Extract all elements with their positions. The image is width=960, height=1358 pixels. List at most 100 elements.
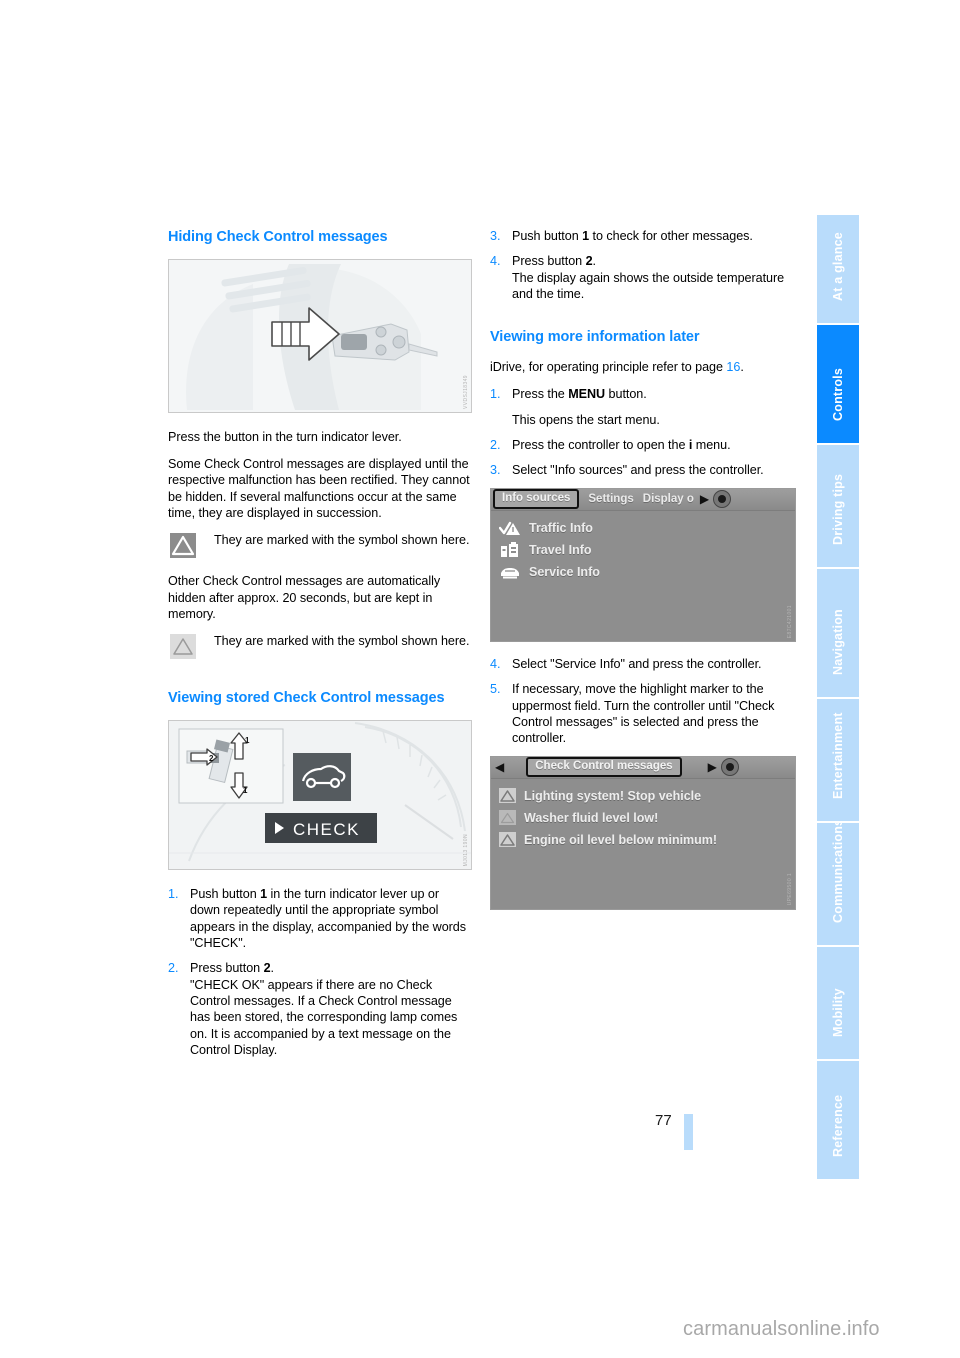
section-tab-label: Navigation (830, 608, 845, 675)
section-tab-driving-tips[interactable]: Driving tips (817, 445, 859, 567)
idrive-tab-settings[interactable]: Settings (588, 493, 633, 505)
right-step-list-bottom: 4. Select "Service Info" and press the co… (490, 656, 794, 747)
paragraph-some-messages: Some Check Control messages are displaye… (168, 456, 470, 520)
idrive-menu-bar: ◀ Check Control messages ▶ (491, 756, 795, 779)
left-step-list: 1. Push button 1 in the turn indicator le… (168, 886, 472, 1059)
note-text: They are marked with the symbol shown he… (214, 533, 470, 548)
idrive-row-label: Engine oil level below minimum! (524, 832, 718, 847)
left-step-item: 1. Push button 1 in the turn indicator le… (168, 886, 472, 951)
right-step-bottom-item: 4. Select "Service Info" and press the co… (490, 656, 794, 672)
right-step-top-item: 3. Push button 1 to check for other messa… (490, 228, 794, 244)
service-icon (499, 564, 521, 580)
instrument-cluster-illustration: 1 1 2 CHECK (169, 720, 471, 869)
right-step-mid-item: 3. Select "Info sources" and press the co… (490, 462, 794, 478)
section-tab-label: Driving tips (830, 473, 845, 545)
svg-text:2: 2 (209, 754, 214, 763)
idrive-row-engine-oil[interactable]: Engine oil level below minimum! (491, 829, 795, 851)
paragraph-idrive-intro: iDrive, for operating principle refer to… (490, 359, 794, 375)
controller-knob-icon (713, 490, 732, 509)
chevron-left-icon[interactable]: ◀ (495, 761, 504, 773)
step-number: 2. (490, 438, 501, 453)
intro-text: iDrive, for operating principle refer to… (490, 359, 727, 374)
right-step-mid-item: 2. Press the controller to open the i men… (490, 437, 794, 453)
step-subtext: The display again shows the outside temp… (512, 270, 785, 302)
warning-triangle-outline-icon (499, 810, 516, 826)
idrive-list: Lighting system! Stop vehicle Washer flu… (491, 778, 795, 851)
step-subtext: "CHECK OK" appears if there are no Check… (190, 977, 458, 1058)
step-number: 4. (490, 254, 501, 269)
section-tab-label: Mobility (830, 987, 845, 1037)
briefcase-icon (499, 541, 521, 558)
idrive-row-washer-fluid[interactable]: Washer fluid level low! (491, 807, 795, 829)
idrive-row-traffic-info[interactable]: Traffic Info (491, 517, 795, 539)
svg-text:1: 1 (243, 786, 248, 795)
manual-page: At a glance Controls Driving tips Navigatio… (0, 0, 960, 1358)
figure-code: MJ013 190N (463, 833, 469, 866)
right-step-mid-item: 1. Press the MENU button. This opens the s… (490, 386, 794, 428)
idrive-row-travel-info[interactable]: Travel Info (491, 539, 795, 561)
section-tab-mobility[interactable]: Mobility (817, 947, 859, 1059)
right-step-list-top: 3. Push button 1 to check for other messa… (490, 228, 794, 302)
step-text: Press button 2. (190, 961, 274, 976)
note-yellow-warning-symbol: They are marked with the symbol shown he… (168, 633, 472, 663)
section-tab-entertainment[interactable]: Entertainment (817, 699, 859, 821)
step-number: 5. (490, 682, 501, 697)
chevron-right-icon[interactable]: ▶ (708, 761, 717, 773)
warning-triangle-outline-icon (170, 634, 196, 660)
step-text: Push button 1 to check for other message… (512, 229, 753, 243)
idrive-row-label: Service Info (529, 564, 600, 579)
step-text: Select "Service Info" and press the cont… (512, 656, 762, 671)
controller-knob-icon (720, 758, 739, 777)
section-tab-at-a-glance[interactable]: At a glance (817, 215, 859, 323)
step-number: 4. (490, 656, 501, 671)
section-tab-label: Entertainment (830, 711, 845, 799)
right-step-top-item: 4. Press button 2. The display again shows… (490, 253, 794, 302)
idrive-tab-info-sources[interactable]: Info sources (493, 489, 580, 510)
right-step-list-mid: 1. Press the MENU button. This opens the s… (490, 386, 794, 478)
warning-triangle-icon (170, 533, 196, 559)
idrive-row-lighting-system[interactable]: Lighting system! Stop vehicle (491, 785, 795, 807)
page-reference-link[interactable]: 16 (726, 360, 740, 374)
figure-code: UPE69500 1 (787, 873, 793, 906)
svg-text:CHECK: CHECK (293, 820, 360, 839)
idrive-tab-display[interactable]: Display o (643, 493, 694, 505)
chevron-right-icon[interactable]: ▶ (700, 493, 709, 505)
idrive-row-service-info[interactable]: Service Info (491, 561, 795, 583)
check-triangle-icon (499, 520, 521, 536)
section-tab-reference[interactable]: Reference (817, 1061, 859, 1179)
section-title-viewing-more-info: Viewing more information later (490, 329, 700, 346)
note-red-warning-symbol: They are marked with the symbol shown he… (168, 532, 472, 562)
note-text: They are marked with the symbol shown he… (214, 634, 470, 649)
section-tab-navigation[interactable]: Navigation (817, 569, 859, 697)
step-text: Select "Info sources" and press the cont… (512, 463, 764, 478)
paragraph-press-button: Press the button in the turn indicator l… (168, 429, 402, 444)
idrive-row-label: Lighting system! Stop vehicle (524, 788, 702, 803)
idrive-list: Traffic Info Travel Info Service Info (491, 510, 795, 583)
step-subtext: This opens the start menu. (512, 412, 660, 427)
figure-instrument-cluster: 1 1 2 CHECK MJ013 190N (168, 719, 472, 870)
step-number: 3. (490, 463, 501, 478)
section-tab-controls[interactable]: Controls (817, 325, 859, 443)
step-text: Press the MENU button. (512, 387, 647, 402)
page-title: Hiding Check Control messages (168, 229, 388, 245)
step-text: Press button 2. (512, 254, 596, 269)
figure-code: E87C421001 (787, 604, 793, 638)
right-step-bottom-item: 5. If necessary, move the highlight marke… (490, 681, 794, 746)
page-number: 77 (655, 1112, 672, 1129)
idrive-screen-check-control: ◀ Check Control messages ▶ Lighting syst… (490, 755, 796, 910)
left-column: Hiding Check Control messages VVDSJ18349… (168, 228, 472, 1068)
warning-triangle-icon (499, 788, 516, 804)
section-tab-label: Controls (830, 367, 845, 421)
watermark: carmanualsonline.info (683, 1318, 880, 1340)
right-column: 3. Push button 1 to check for other messa… (490, 228, 796, 924)
section-tab-communications[interactable]: Communications (817, 823, 859, 945)
idrive-screen-info-sources: Info sources Settings Display o ▶ Traffi… (490, 487, 796, 642)
warning-triangle-icon (499, 832, 516, 848)
idrive-row-label: Travel Info (529, 542, 592, 557)
section-tab-label: At a glance (830, 231, 845, 301)
left-step-item: 2. Press button 2. "CHECK OK" appears if t… (168, 960, 472, 1058)
step-text: Press the controller to open the i menu. (512, 438, 731, 453)
paragraph-other-messages: Other Check Control messages are automat… (168, 574, 441, 622)
idrive-title-check-control[interactable]: Check Control messages (526, 757, 682, 777)
step-number: 1. (490, 387, 501, 402)
